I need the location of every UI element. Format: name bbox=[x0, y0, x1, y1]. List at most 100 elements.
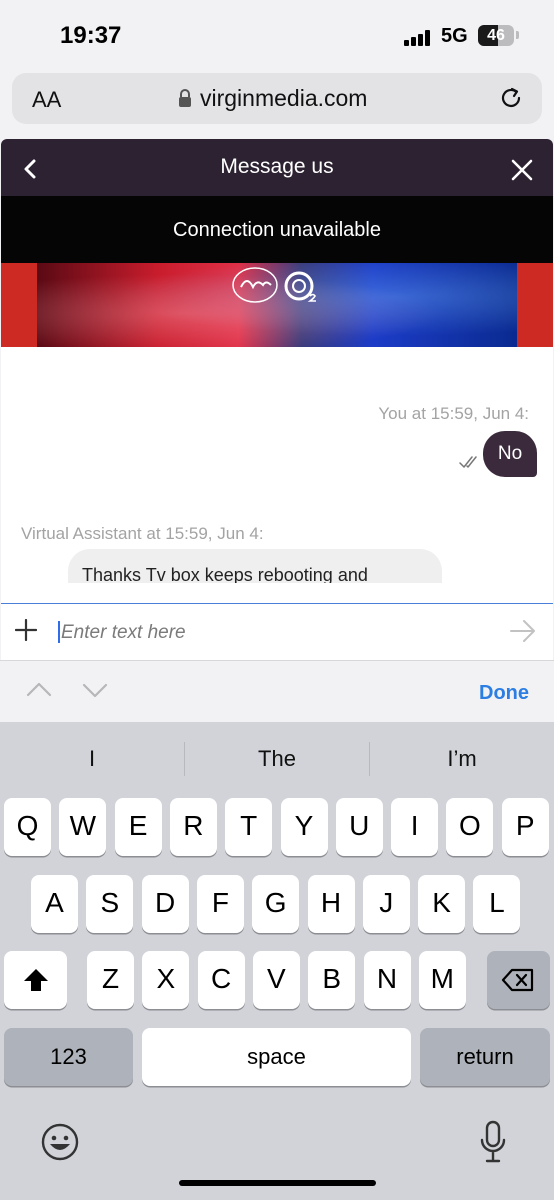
key-q[interactable]: Q bbox=[4, 798, 51, 856]
key-p-label: P bbox=[515, 810, 535, 841]
url-text[interactable]: virginmedia.com bbox=[200, 85, 367, 112]
key-g[interactable]: G bbox=[252, 875, 300, 933]
key-q-label: Q bbox=[16, 810, 39, 841]
key-f-label: F bbox=[211, 887, 229, 918]
suggestion-2[interactable]: The bbox=[185, 746, 369, 772]
key-t-label: T bbox=[240, 810, 258, 841]
key-i[interactable]: I bbox=[391, 798, 439, 856]
key-u-label: U bbox=[349, 810, 370, 841]
key-b[interactable]: B bbox=[308, 951, 356, 1009]
key-k[interactable]: K bbox=[418, 875, 466, 933]
home-indicator bbox=[179, 1180, 376, 1186]
key-t[interactable]: T bbox=[225, 798, 273, 856]
chat-scroll-edge bbox=[1, 583, 553, 603]
key-n[interactable]: N bbox=[363, 951, 411, 1009]
message-meta-assistant: Virtual Assistant at 15:59, Jun 4: bbox=[21, 524, 264, 543]
user-message-text: No bbox=[497, 443, 523, 464]
done-button[interactable]: Done bbox=[479, 682, 529, 705]
key-i-label: I bbox=[410, 810, 419, 841]
shift-icon bbox=[24, 969, 48, 991]
key-s-label: S bbox=[100, 887, 120, 918]
read-receipt-icon bbox=[459, 456, 477, 468]
key-g-label: G bbox=[264, 887, 287, 918]
key-m-label: M bbox=[430, 963, 454, 994]
key-h[interactable]: H bbox=[307, 875, 355, 933]
numbers-key[interactable]: 123 bbox=[4, 1028, 133, 1086]
key-z-label: Z bbox=[101, 963, 120, 994]
key-c-label: C bbox=[210, 963, 232, 994]
status-bar: 19:37 5G 46 bbox=[0, 0, 554, 72]
key-p[interactable]: P bbox=[501, 798, 549, 856]
text-caret bbox=[58, 621, 60, 643]
space-key[interactable]: space bbox=[142, 1028, 411, 1086]
microphone-icon[interactable] bbox=[479, 1120, 507, 1164]
message-meta-user: You at 15:59, Jun 4: bbox=[378, 404, 529, 423]
key-a[interactable]: A bbox=[31, 875, 78, 933]
key-f[interactable]: F bbox=[196, 875, 244, 933]
suggestion-1[interactable]: I bbox=[0, 746, 184, 772]
backspace-icon bbox=[501, 968, 534, 992]
key-y[interactable]: Y bbox=[280, 798, 328, 856]
previous-field-icon[interactable] bbox=[26, 681, 52, 697]
return-key-label: return bbox=[456, 1044, 514, 1069]
key-l-label: L bbox=[489, 887, 505, 918]
chat-panel: Message us Connection unavailable You at… bbox=[1, 139, 553, 660]
status-time: 19:37 bbox=[60, 22, 122, 49]
key-h-label: H bbox=[320, 887, 342, 918]
reload-icon[interactable] bbox=[498, 85, 524, 111]
key-z[interactable]: Z bbox=[87, 951, 134, 1009]
key-d-label: D bbox=[154, 887, 176, 918]
message-input[interactable]: Enter text here bbox=[61, 622, 186, 644]
key-x-label: X bbox=[156, 963, 176, 994]
address-bar[interactable]: AA virginmedia.com bbox=[12, 73, 542, 124]
key-o[interactable]: O bbox=[446, 798, 494, 856]
space-key-label: space bbox=[247, 1044, 306, 1069]
suggestion-3[interactable]: I’m bbox=[370, 746, 554, 772]
key-x[interactable]: X bbox=[142, 951, 190, 1009]
key-u[interactable]: U bbox=[335, 798, 383, 856]
reader-settings-button[interactable]: AA bbox=[32, 87, 61, 113]
battery-cap bbox=[516, 31, 519, 39]
key-m[interactable]: M bbox=[418, 951, 466, 1009]
emoji-icon[interactable] bbox=[40, 1122, 80, 1162]
chat-header: Message us bbox=[1, 139, 553, 196]
connection-status: Connection unavailable bbox=[173, 219, 381, 241]
attach-plus-icon[interactable] bbox=[15, 619, 37, 641]
key-v[interactable]: V bbox=[252, 951, 300, 1009]
chat-title: Message us bbox=[220, 155, 334, 178]
o2-logo bbox=[284, 271, 316, 302]
key-e[interactable]: E bbox=[114, 798, 162, 856]
key-w[interactable]: W bbox=[59, 798, 107, 856]
return-key[interactable]: return bbox=[420, 1028, 550, 1086]
user-message-bubble: No bbox=[483, 431, 537, 477]
key-n-label: N bbox=[376, 963, 398, 994]
send-arrow-icon[interactable] bbox=[509, 618, 537, 644]
network-label: 5G bbox=[441, 25, 468, 47]
close-icon[interactable] bbox=[511, 159, 533, 181]
key-s[interactable]: S bbox=[86, 875, 134, 933]
message-composer: Enter text here bbox=[1, 603, 553, 660]
key-r-label: R bbox=[183, 810, 204, 841]
numbers-key-label: 123 bbox=[50, 1044, 87, 1069]
battery-icon: 46 bbox=[478, 25, 514, 46]
key-b-label: B bbox=[322, 963, 342, 994]
battery-level: 46 bbox=[487, 27, 505, 44]
key-d[interactable]: D bbox=[141, 875, 189, 933]
keyboard-accessory-bar: Done bbox=[0, 660, 554, 723]
next-field-icon[interactable] bbox=[82, 683, 108, 699]
virgin-logo bbox=[232, 267, 278, 303]
lock-icon bbox=[179, 89, 191, 107]
delete-key[interactable] bbox=[487, 951, 550, 1009]
key-r[interactable]: R bbox=[169, 798, 217, 856]
key-j[interactable]: J bbox=[362, 875, 410, 933]
key-o-label: O bbox=[459, 810, 481, 841]
predictive-suggestions: I The I’m bbox=[0, 722, 554, 796]
key-j-label: J bbox=[379, 887, 394, 918]
key-v-label: V bbox=[267, 963, 286, 994]
key-a-label: A bbox=[45, 887, 64, 918]
key-e-label: E bbox=[128, 810, 148, 841]
key-c[interactable]: C bbox=[197, 951, 245, 1009]
key-l[interactable]: L bbox=[473, 875, 521, 933]
signal-icon bbox=[404, 30, 434, 46]
shift-key[interactable] bbox=[4, 951, 67, 1009]
